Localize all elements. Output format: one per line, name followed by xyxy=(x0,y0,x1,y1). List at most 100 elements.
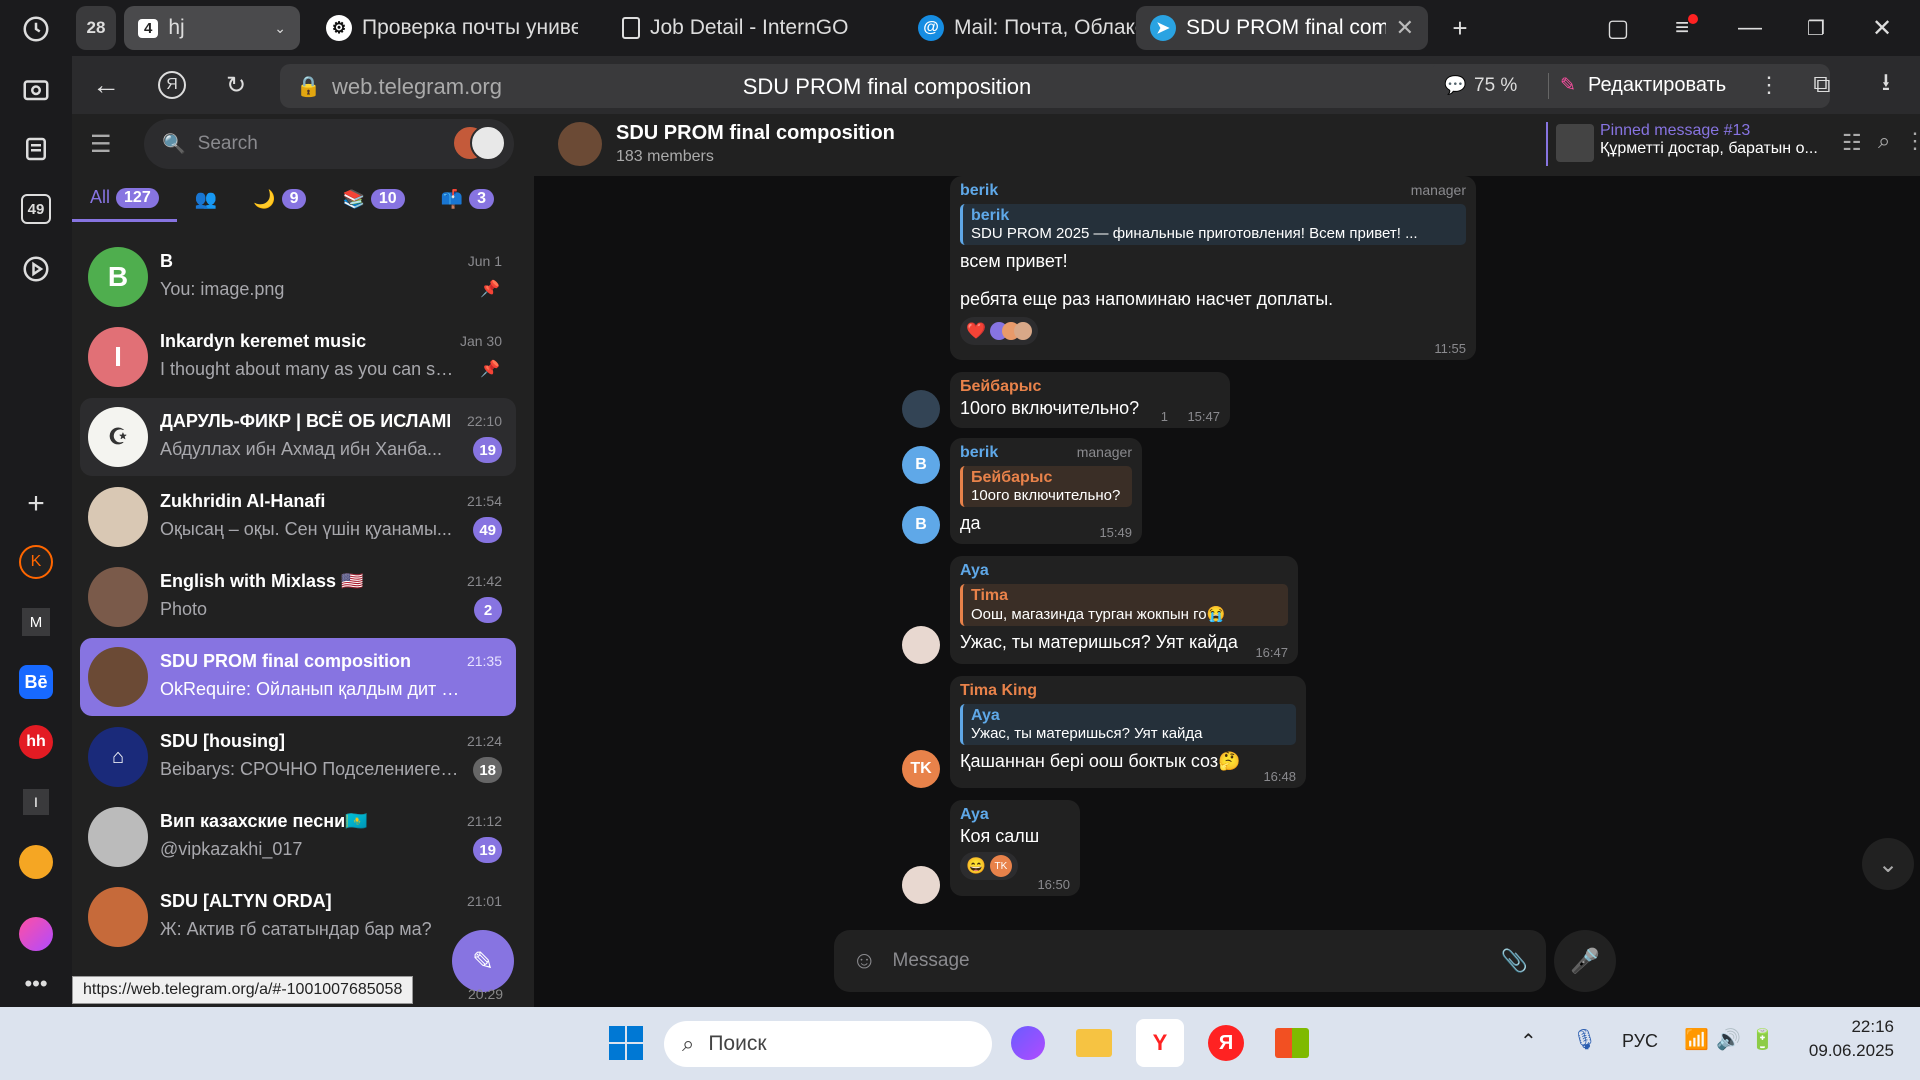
chat-item[interactable]: ⌂ SDU [housing] 21:24 Beibarys: СРОЧНО Под… xyxy=(80,718,516,796)
reply-preview[interactable]: Tima Оош, магазинда турган жокпын го😭 xyxy=(960,584,1288,626)
folder-tab-moon[interactable]: 🌙 9 xyxy=(235,176,324,222)
file-explorer-icon[interactable] xyxy=(1070,1019,1118,1067)
reply-preview[interactable]: Бейбарыс 10ого включительно? xyxy=(960,466,1132,507)
heart-reaction[interactable]: ❤️ xyxy=(960,317,1038,345)
clock[interactable]: 22:16 09.06.2025 xyxy=(1804,1017,1894,1061)
more-icon[interactable]: ••• xyxy=(12,960,60,1008)
mail-app-icon[interactable] xyxy=(12,838,60,886)
volume-icon[interactable]: 🔊 xyxy=(1716,1027,1741,1052)
microphone-button[interactable]: 🎤 xyxy=(1554,930,1616,992)
chevron-up-icon[interactable]: ⌃ xyxy=(1520,1029,1537,1054)
translate-icon[interactable]: ⧉ xyxy=(1802,65,1842,105)
chat-item[interactable]: Zukhridin Al-Hanafi 21:54 Оқысаң – оқы. Се… xyxy=(80,478,516,556)
alice-icon[interactable] xyxy=(12,910,60,958)
chat-avatar[interactable] xyxy=(558,122,602,166)
pinned-message[interactable]: Pinned message #13 Құрметті достар, бара… xyxy=(1546,122,1826,166)
chat-item[interactable]: ☪ ДАРУЛЬ-ФИКР | ВСЁ ОБ ИСЛАМЕ 22:10 Абдулл… xyxy=(80,398,516,476)
start-button[interactable] xyxy=(602,1019,650,1067)
sender-avatar[interactable] xyxy=(902,626,940,664)
app-icon-i[interactable]: I xyxy=(12,778,60,826)
close-tab-icon[interactable]: ✕ xyxy=(1396,15,1414,41)
scroll-down-button[interactable]: ⌄ xyxy=(1862,838,1914,890)
message-bubble[interactable]: Tima King Aya Ужас, ты материшься? Уят к… xyxy=(950,676,1306,788)
new-message-button[interactable]: ✎ xyxy=(452,930,514,992)
chat-item[interactable]: B B Jun 1 You: image.png 📌 xyxy=(80,238,516,316)
add-icon[interactable]: + xyxy=(12,480,60,528)
reply-preview[interactable]: berik SDU PROM 2025 — финальные приготов… xyxy=(960,204,1466,245)
chat-sidebar: ☰ 🔍 Search All 127 👥 🌙 9 📚 10 📫 3 B B Jun 1 Yo… xyxy=(72,114,534,1007)
sender-avatar[interactable] xyxy=(902,390,940,428)
chat-title[interactable]: SDU PROM final composition xyxy=(616,122,895,145)
emoji-icon[interactable]: ☺ xyxy=(852,947,877,975)
microphone-icon[interactable]: 🎙 xyxy=(1572,1027,1597,1052)
history-icon[interactable] xyxy=(12,5,60,53)
folder-tab-books[interactable]: 📚 10 xyxy=(324,176,422,222)
restore-icon[interactable]: ❐ xyxy=(1796,8,1836,48)
chat-preview: You: image.png xyxy=(160,279,285,299)
message-bubble[interactable]: Aya Tima Оош, магазинда турган жокпын го… xyxy=(950,556,1298,664)
chat-item[interactable]: SDU [ALTYN ORDA] 21:01 Ж: Актив гб сататын… xyxy=(80,878,516,956)
tab-telegram[interactable]: ➤ SDU PROM final compo ✕ xyxy=(1136,6,1428,50)
chat-item-selected[interactable]: SDU PROM final composition 21:35 OkRequire… xyxy=(80,638,516,716)
tab-mail-check[interactable]: ⚙ Проверка почты универс xyxy=(312,6,592,50)
taskbar-search-input[interactable]: ⌕ Поиск xyxy=(664,1021,992,1067)
filter-icon[interactable]: ☷ xyxy=(1842,130,1862,156)
folder-tab-all[interactable]: All 127 xyxy=(72,176,177,222)
wifi-icon[interactable]: 📶 xyxy=(1684,1027,1709,1052)
menu-icon[interactable]: ≡ xyxy=(1662,8,1702,48)
more-options-icon[interactable]: ⋮ xyxy=(1904,128,1920,154)
chat-item[interactable]: I Inkardyn keremet music Jan 30 I thought … xyxy=(80,318,516,396)
message-bubble[interactable]: Бейбарыс 10ого включительно? 1 15:47 xyxy=(950,372,1230,428)
message-bubble[interactable]: berik manager berik SDU PROM 2025 — фина… xyxy=(950,176,1476,360)
hh-icon[interactable]: hh xyxy=(12,718,60,766)
edit-button[interactable]: Редактировать xyxy=(1588,74,1726,97)
tab-counter[interactable]: 28 xyxy=(76,6,116,50)
smile-reaction[interactable]: 😄 TK xyxy=(960,852,1018,880)
chat-icon[interactable]: 💬 xyxy=(1444,75,1466,96)
sender-avatar[interactable] xyxy=(902,866,940,904)
search-input[interactable]: 🔍 Search xyxy=(144,119,514,169)
sender-avatar[interactable]: B xyxy=(902,446,940,484)
reload-icon[interactable]: ↻ xyxy=(216,65,256,105)
message-input[interactable]: ☺ Message 📎 xyxy=(834,930,1546,992)
reply-preview[interactable]: Aya Ужас, ты материшься? Уят кайда xyxy=(960,704,1296,745)
address-bar[interactable]: 🔒 web.telegram.org SDU PROM final compos… xyxy=(280,64,1494,108)
app-icon-k[interactable]: K xyxy=(12,538,60,586)
more-menu-icon[interactable]: ⋮ xyxy=(1758,72,1780,98)
store-icon[interactable] xyxy=(1268,1019,1316,1067)
counter-icon[interactable]: 49 xyxy=(12,185,60,233)
attach-icon[interactable]: 📎 xyxy=(1501,948,1528,974)
yandex-app-icon[interactable]: Я xyxy=(1202,1019,1250,1067)
sender-avatar[interactable]: B xyxy=(902,506,940,544)
tab-group[interactable]: 4 hj ⌄ xyxy=(124,6,300,50)
hamburger-menu-icon[interactable]: ☰ xyxy=(90,130,112,159)
play-icon[interactable] xyxy=(12,245,60,293)
sender-avatar[interactable]: TK xyxy=(902,750,940,788)
collections-icon[interactable]: ▢ xyxy=(1598,8,1638,48)
chat-item[interactable]: Вип казахские песни🇰🇿 21:12 @vipkazakhi_01… xyxy=(80,798,516,876)
yandex-icon[interactable]: Я xyxy=(152,65,192,105)
search-icon[interactable]: ⌕ xyxy=(1878,128,1890,154)
back-icon[interactable]: ← xyxy=(86,65,126,105)
alice-app-icon[interactable] xyxy=(1004,1019,1052,1067)
battery-icon[interactable]: 🔋 xyxy=(1750,1027,1775,1052)
message-bubble[interactable]: berik manager Бейбарыс 10ого включительн… xyxy=(950,438,1142,544)
yandex-browser-icon[interactable]: Y xyxy=(1136,1019,1184,1067)
behance-icon[interactable]: Bē xyxy=(12,658,60,706)
minimize-icon[interactable]: — xyxy=(1730,8,1770,48)
folder-tab-people[interactable]: 👥 xyxy=(177,176,235,222)
notes-icon[interactable] xyxy=(12,125,60,173)
folder-tab-mail[interactable]: 📫 3 xyxy=(423,176,512,222)
zoom-level[interactable]: 75 % xyxy=(1474,75,1517,97)
download-icon[interactable]: ⭳ xyxy=(1866,65,1906,105)
chat-item[interactable]: English with Mixlass 🇺🇸 21:42 Photo 2 xyxy=(80,558,516,636)
message-bubble[interactable]: Aya Коя салш 😄 TK 16:50 xyxy=(950,800,1080,896)
stories-avatars[interactable] xyxy=(452,125,506,163)
tab-job-detail[interactable]: Job Detail - InternGO xyxy=(608,6,888,50)
screenshot-icon[interactable] xyxy=(12,65,60,113)
avatar xyxy=(88,647,148,707)
new-tab-icon[interactable]: + xyxy=(1442,6,1478,50)
app-icon-m[interactable]: M xyxy=(12,598,60,646)
language-indicator[interactable]: РУС xyxy=(1622,1031,1658,1052)
close-window-icon[interactable]: ✕ xyxy=(1862,8,1902,48)
